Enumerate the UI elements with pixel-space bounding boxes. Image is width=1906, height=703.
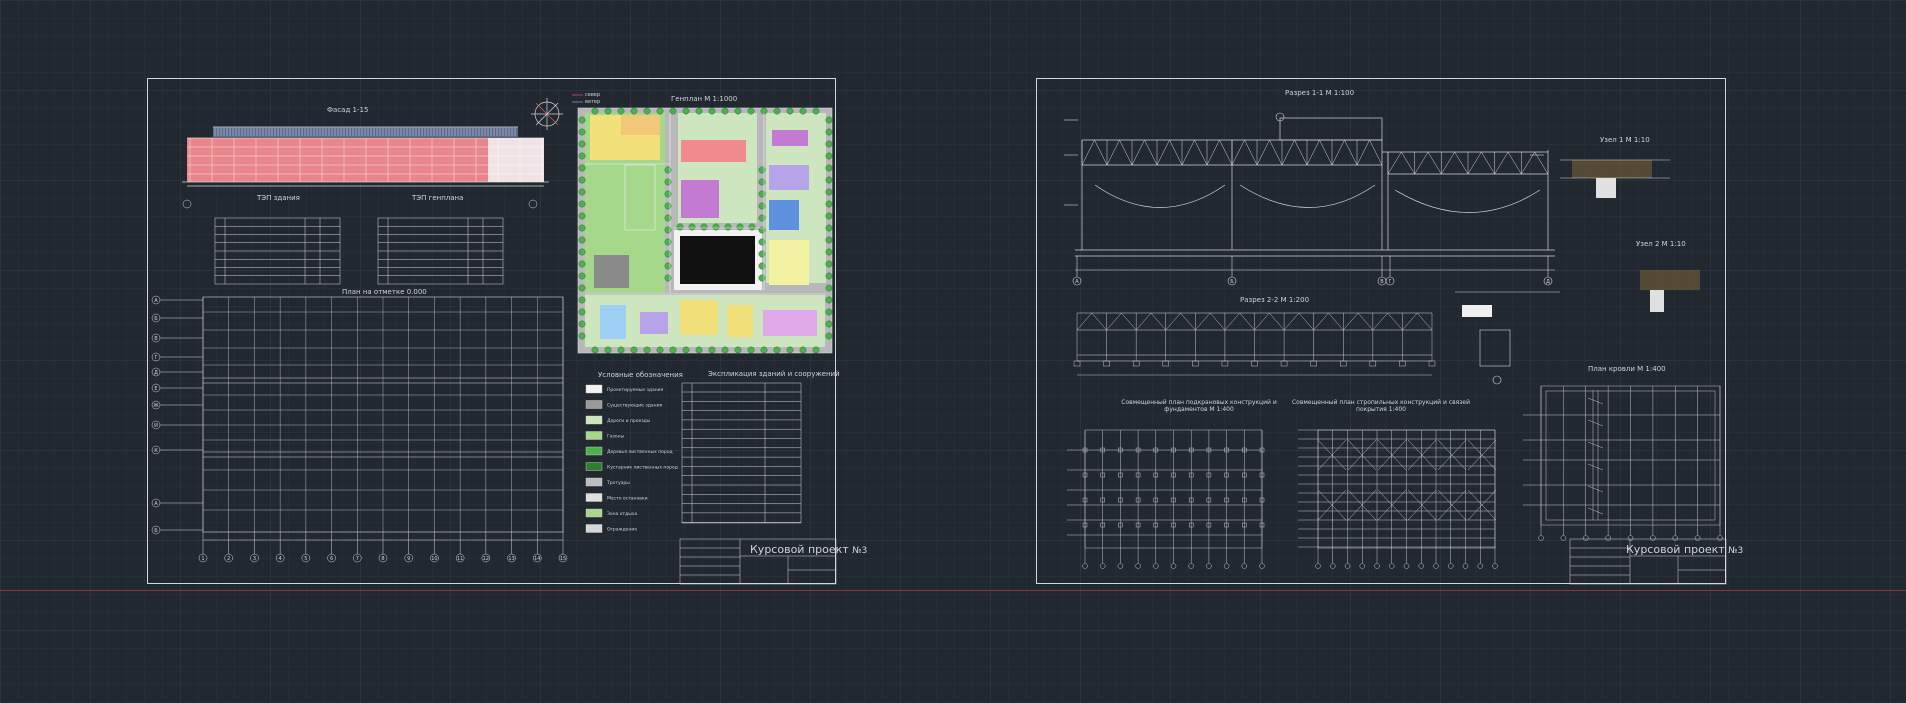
svg-text:Г: Г	[1388, 279, 1391, 285]
svg-text:Б: Б	[1230, 279, 1234, 285]
svg-text:А: А	[1075, 279, 1079, 285]
sheet-2-graphics: А Б ВГ Д	[1064, 112, 1727, 585]
svg-text:В: В	[1380, 279, 1384, 285]
svg-text:Д: Д	[1546, 279, 1550, 285]
drawing-canvas[interactable]: Фасад 1-15 Генплан М 1:1000 ТЭП здания Т…	[0, 0, 1906, 703]
